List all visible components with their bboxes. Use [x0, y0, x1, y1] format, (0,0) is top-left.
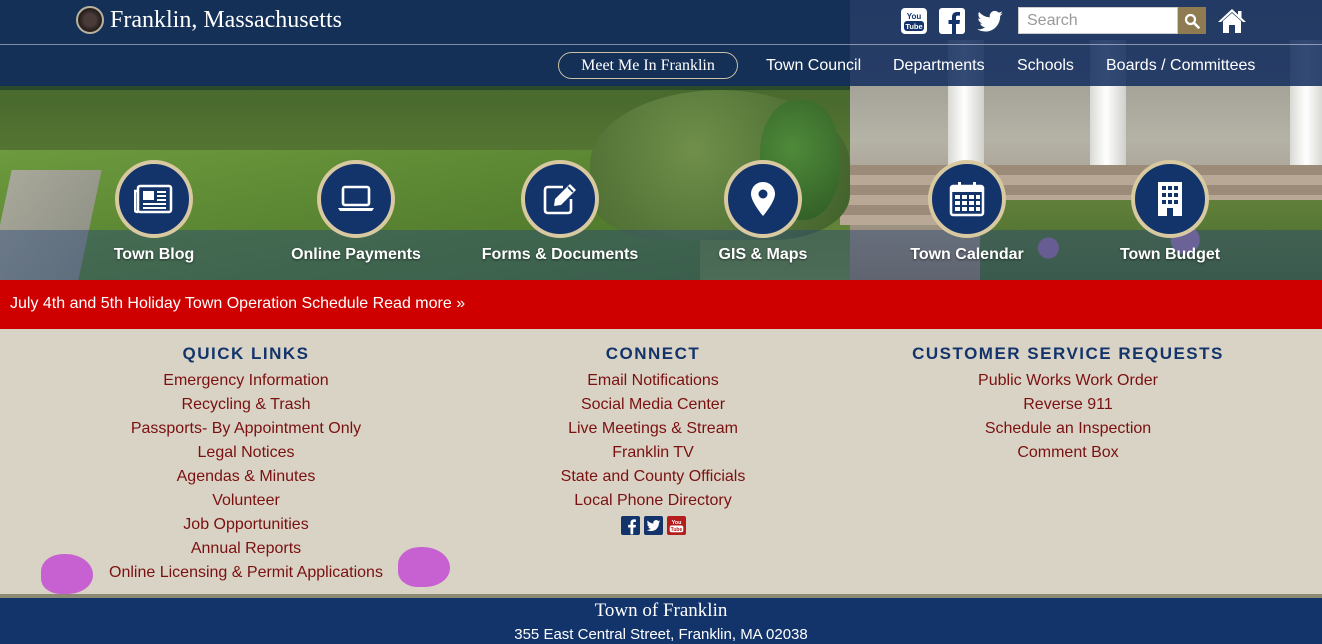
link-job-opportunities[interactable]: Job Opportunities	[96, 513, 396, 537]
site-footer: Town of Franklin 355 East Central Street…	[0, 594, 1322, 644]
facebook-icon[interactable]	[620, 516, 640, 535]
footer-links-section: QUICK LINKS Emergency Information Recycl…	[0, 330, 1322, 594]
link-agendas-minutes[interactable]: Agendas & Minutes	[96, 465, 396, 489]
twitter-icon[interactable]	[643, 516, 663, 535]
link-schedule-inspection[interactable]: Schedule an Inspection	[898, 417, 1238, 441]
site-title[interactable]: Franklin, Massachusetts	[110, 6, 342, 34]
footer-address: 355 East Central Street, Franklin, MA 02…	[514, 626, 808, 643]
quick-link-gis-maps[interactable]: GIS & Maps	[658, 160, 868, 270]
quick-link-town-blog[interactable]: Town Blog	[49, 160, 259, 270]
quick-link-label: Forms & Documents	[481, 246, 639, 263]
svg-text:Tube: Tube	[670, 527, 682, 533]
search-input[interactable]	[1018, 7, 1178, 34]
meet-me-in-franklin-button[interactable]: Meet Me In Franklin	[558, 52, 738, 79]
link-franklin-tv[interactable]: Franklin TV	[503, 441, 803, 465]
site-header: Franklin, Massachusetts You Tube Search …	[0, 0, 1322, 86]
link-local-phone-directory[interactable]: Local Phone Directory	[503, 489, 803, 513]
column-heading: CONNECT	[605, 344, 701, 363]
svg-text:You: You	[907, 12, 922, 21]
link-emergency-information[interactable]: Emergency Information	[96, 369, 396, 393]
quick-link-label: Town Calendar	[910, 246, 1024, 263]
search-icon	[1184, 13, 1200, 29]
highlight-marker	[398, 547, 450, 587]
laptop-icon	[317, 160, 395, 238]
link-live-meetings[interactable]: Live Meetings & Stream	[503, 417, 803, 441]
link-reverse-911[interactable]: Reverse 911	[898, 393, 1238, 417]
quick-link-online-payments[interactable]: Online Payments	[251, 160, 461, 270]
quick-link-label: GIS & Maps	[718, 246, 808, 263]
nav-schools[interactable]: Schools	[1017, 52, 1074, 79]
calendar-icon	[928, 160, 1006, 238]
youtube-icon[interactable]: You Tube	[900, 7, 928, 35]
nav-town-council[interactable]: Town Council	[766, 52, 861, 79]
home-icon[interactable]	[1216, 7, 1248, 35]
link-recycling-trash[interactable]: Recycling & Trash	[96, 393, 396, 417]
link-annual-reports[interactable]: Annual Reports	[96, 537, 396, 561]
youtube-icon[interactable]: You Tube	[666, 516, 686, 535]
twitter-icon[interactable]	[976, 7, 1004, 35]
link-state-county-officials[interactable]: State and County Officials	[503, 465, 803, 489]
map-pin-icon	[724, 160, 802, 238]
link-volunteer[interactable]: Volunteer	[96, 489, 396, 513]
footer-title: Town of Franklin	[594, 600, 728, 621]
link-email-notifications[interactable]: Email Notifications	[503, 369, 803, 393]
quick-link-town-budget[interactable]: Town Budget	[1065, 160, 1275, 270]
link-passports[interactable]: Passports- By Appointment Only	[96, 417, 396, 441]
header-divider	[0, 44, 1322, 45]
link-public-works-work-order[interactable]: Public Works Work Order	[898, 369, 1238, 393]
link-legal-notices[interactable]: Legal Notices	[96, 441, 396, 465]
newspaper-icon	[115, 160, 193, 238]
search-button[interactable]	[1178, 7, 1206, 34]
column-heading: CUSTOMER SERVICE REQUESTS	[912, 344, 1224, 363]
edit-document-icon	[521, 160, 599, 238]
nav-departments[interactable]: Departments	[893, 52, 985, 79]
highlight-marker	[41, 554, 93, 594]
svg-text:You: You	[671, 520, 681, 526]
customer-service-column: CUSTOMER SERVICE REQUESTS Public Works W…	[898, 344, 1238, 465]
quick-link-label: Town Budget	[1119, 246, 1221, 263]
quick-link-label: Online Payments	[291, 246, 421, 263]
alert-link[interactable]: July 4th and 5th Holiday Town Operation …	[10, 295, 465, 313]
connect-column: CONNECT Email Notifications Social Media…	[503, 344, 803, 535]
link-comment-box[interactable]: Comment Box	[898, 441, 1238, 465]
nav-boards-committees[interactable]: Boards / Committees	[1106, 52, 1255, 79]
quick-links-column: QUICK LINKS Emergency Information Recycl…	[96, 344, 396, 585]
link-online-licensing[interactable]: Online Licensing & Permit Applications	[96, 561, 396, 585]
connect-social-icons: You Tube	[503, 516, 803, 535]
alert-banner: July 4th and 5th Holiday Town Operation …	[0, 280, 1322, 329]
quick-link-label: Town Blog	[113, 246, 195, 263]
quick-link-forms-documents[interactable]: Forms & Documents	[455, 160, 665, 270]
quick-link-town-calendar[interactable]: Town Calendar	[862, 160, 1072, 270]
facebook-icon[interactable]	[938, 7, 966, 35]
svg-text:Tube: Tube	[905, 22, 922, 31]
column-heading: QUICK LINKS	[182, 344, 310, 363]
town-seal-logo[interactable]	[76, 6, 104, 34]
link-social-media-center[interactable]: Social Media Center	[503, 393, 803, 417]
building-icon	[1131, 160, 1209, 238]
